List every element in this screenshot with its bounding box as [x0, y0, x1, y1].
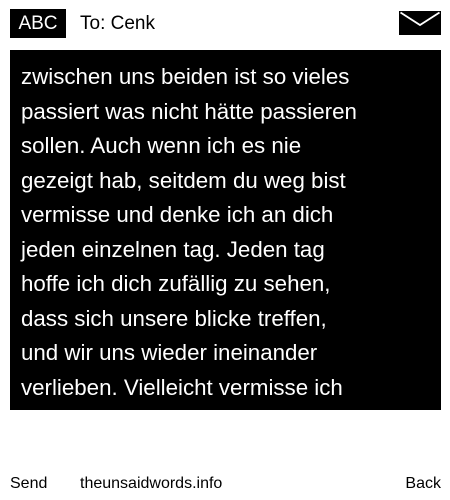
send-button[interactable]: Send [10, 470, 47, 498]
message-body[interactable]: zwischen uns beiden ist so vieles passie… [10, 50, 441, 410]
softkey-bar: Send theunsaidwords.info Back [0, 470, 450, 498]
recipient-field[interactable]: To: Cenk [80, 9, 155, 38]
back-button[interactable]: Back [405, 470, 441, 498]
input-mode-badge[interactable]: ABC [10, 9, 66, 38]
header-bar: ABC To: Cenk [0, 0, 450, 44]
site-link[interactable]: theunsaidwords.info [80, 470, 222, 498]
envelope-icon [399, 11, 441, 35]
